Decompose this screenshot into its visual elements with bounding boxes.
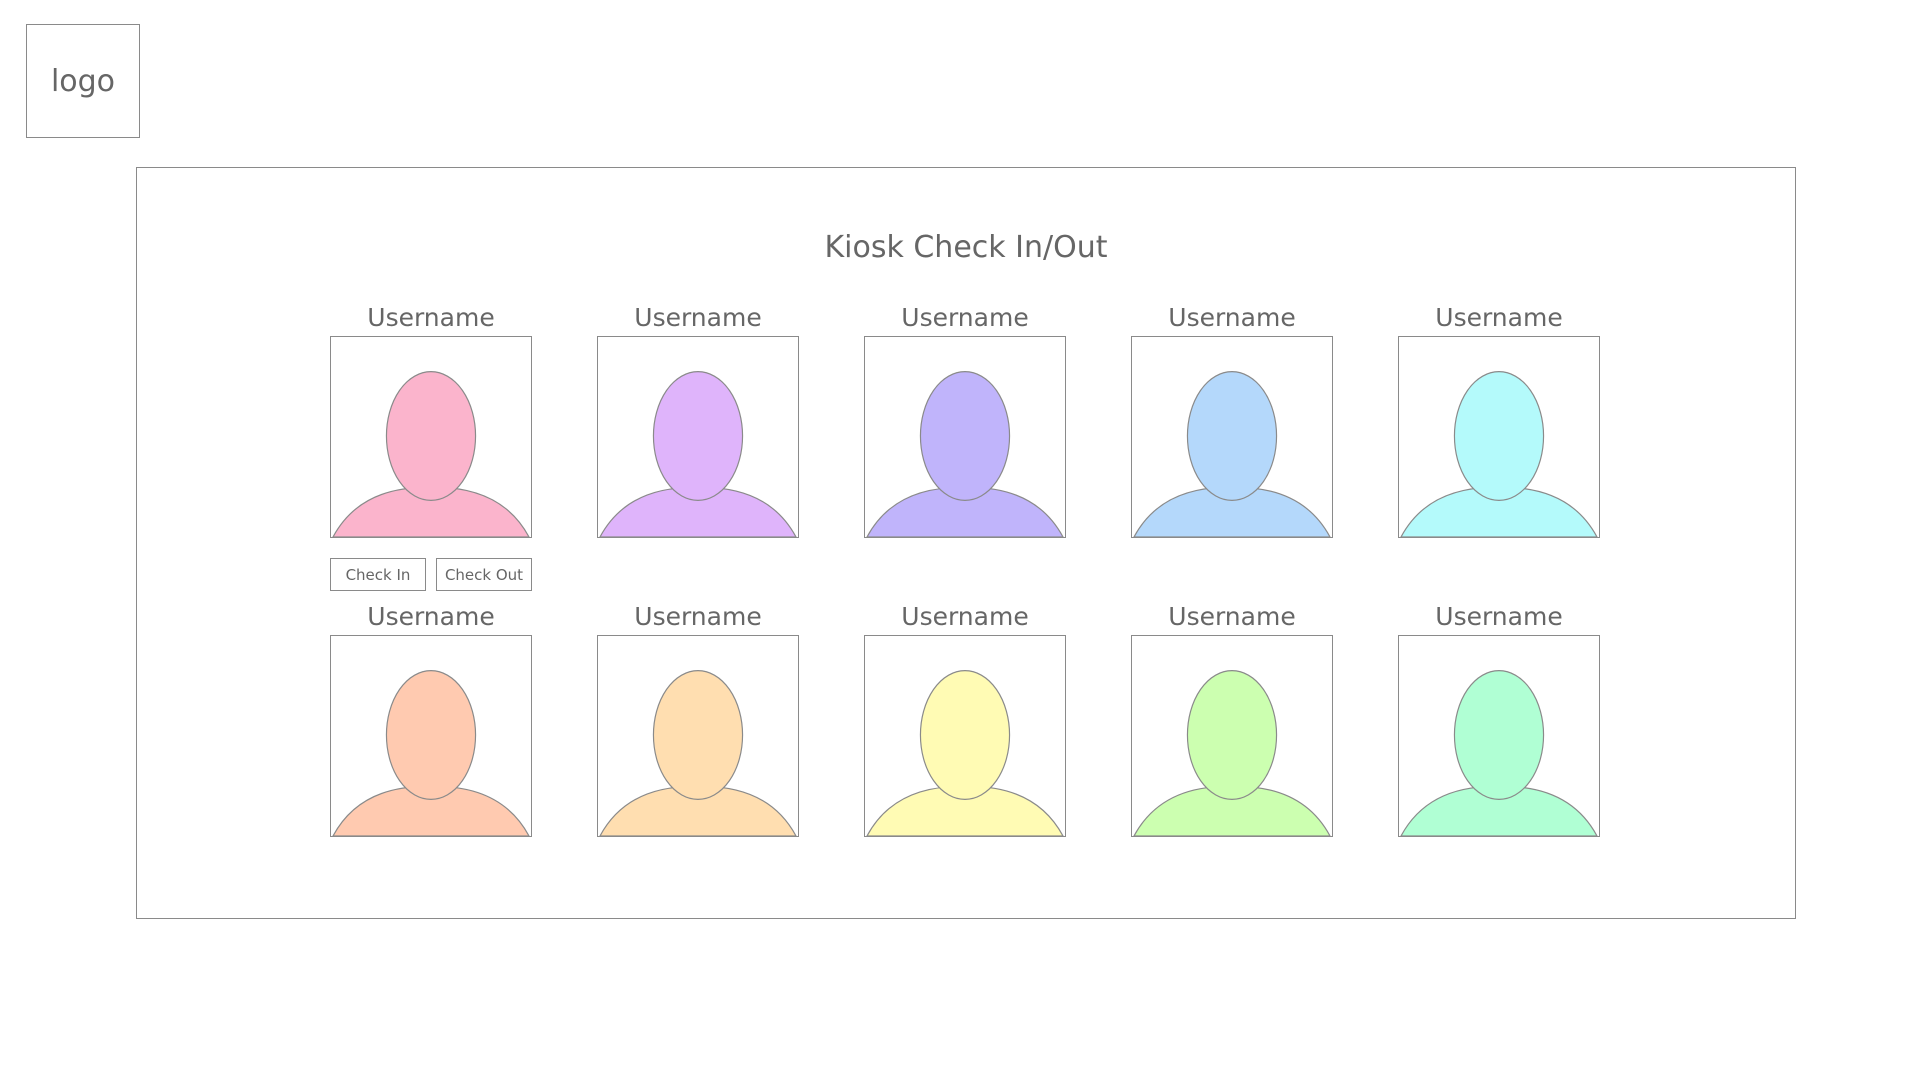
avatar-icon	[332, 670, 530, 836]
user-card: Username	[1398, 301, 1600, 538]
username-label: Username	[367, 602, 495, 631]
user-card: Username	[597, 600, 799, 837]
avatar-icon	[599, 371, 797, 537]
user-card: Username	[330, 301, 532, 538]
user-avatar-tile[interactable]	[864, 336, 1066, 538]
avatar-head	[385, 371, 477, 501]
avatar-head	[385, 670, 477, 800]
check-in-button[interactable]: Check In	[330, 558, 426, 591]
user-card: Username	[1131, 600, 1333, 837]
user-card: Username	[330, 600, 532, 837]
avatar-icon	[1133, 371, 1331, 537]
user-card: Username	[864, 600, 1066, 837]
avatar-head	[1186, 371, 1278, 501]
logo-text: logo	[50, 63, 116, 99]
username-label: Username	[634, 602, 762, 631]
username-label: Username	[1168, 303, 1296, 332]
avatar-head	[652, 371, 744, 501]
username-label: Username	[367, 303, 495, 332]
check-out-button[interactable]: Check Out	[436, 558, 532, 591]
user-avatar-tile[interactable]	[330, 635, 532, 837]
avatar-head	[919, 670, 1011, 800]
check-actions: Check In Check Out	[330, 558, 532, 591]
user-card: Username	[597, 301, 799, 538]
avatar-head	[652, 670, 744, 800]
avatar-icon	[599, 670, 797, 836]
avatar-icon	[1400, 371, 1598, 537]
avatar-head	[1186, 670, 1278, 800]
username-label: Username	[901, 303, 1029, 332]
user-avatar-tile[interactable]	[1131, 336, 1333, 538]
user-avatar-tile[interactable]	[864, 635, 1066, 837]
username-label: Username	[1168, 602, 1296, 631]
page-title: Kiosk Check In/Out	[824, 230, 1108, 265]
username-label: Username	[901, 602, 1029, 631]
user-card: Username	[1398, 600, 1600, 837]
user-card: Username	[1131, 301, 1333, 538]
avatar-icon	[1400, 670, 1598, 836]
user-avatar-tile[interactable]	[597, 336, 799, 538]
user-avatar-tile[interactable]	[1398, 336, 1600, 538]
avatar-icon	[866, 371, 1064, 537]
user-avatar-tile[interactable]	[330, 336, 532, 538]
user-avatar-tile[interactable]	[1131, 635, 1333, 837]
avatar-head	[1453, 670, 1545, 800]
avatar-icon	[866, 670, 1064, 836]
avatar-icon	[332, 371, 530, 537]
user-avatar-tile[interactable]	[597, 635, 799, 837]
username-label: Username	[1435, 303, 1563, 332]
username-label: Username	[1435, 602, 1563, 631]
avatar-icon	[1133, 670, 1331, 836]
username-label: Username	[634, 303, 762, 332]
user-avatar-tile[interactable]	[1398, 635, 1600, 837]
logo: logo	[26, 24, 140, 138]
kiosk-panel: Kiosk Check In/Out Username Username Usern…	[136, 167, 1796, 919]
avatar-head	[1453, 371, 1545, 501]
avatar-head	[919, 371, 1011, 501]
user-card: Username	[864, 301, 1066, 538]
